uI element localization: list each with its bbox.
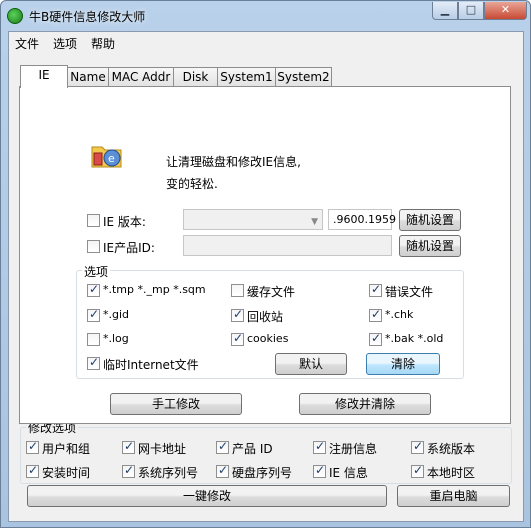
mod-ie-info-label: IE 信息 [329, 466, 368, 480]
option-temp-internet-files-checkbox[interactable] [87, 355, 100, 370]
mod-registration-checkbox[interactable] [313, 439, 326, 454]
mod-registration-label: 注册信息 [329, 442, 378, 456]
mod-product-id-checkbox[interactable] [216, 439, 229, 454]
one-click-modify-button[interactable]: 一键修改 [27, 485, 387, 507]
mod-ie-info-checkbox[interactable] [313, 463, 326, 478]
mod-local-timezone-checkbox[interactable] [411, 463, 424, 478]
ie-version-combo[interactable]: ▼ [183, 209, 323, 230]
mod-install-time-label: 安装时间 [42, 466, 91, 480]
mod-product-id-label: 产品 ID [232, 442, 273, 456]
ie-version-checkbox[interactable] [87, 214, 100, 227]
tab-ie[interactable]: IE [20, 65, 68, 88]
menu-help[interactable]: 帮助 [91, 35, 115, 52]
mod-system-version-label: 系统版本 [427, 442, 476, 456]
menu-bar: 文件 选项 帮助 [9, 32, 523, 52]
app-icon [7, 8, 23, 24]
mod-nic-address-label: 网卡地址 [138, 442, 187, 456]
maximize-button[interactable]: □ [458, 2, 484, 20]
option-cookies-checkbox[interactable] [231, 331, 244, 346]
description-line-2: 变的轻松. [166, 177, 218, 191]
chevron-down-icon[interactable]: ▼ [311, 213, 318, 232]
option-error-files-label: 错误文件 [385, 285, 434, 299]
option-recycle-bin-label: 回收站 [247, 310, 284, 324]
mod-system-version-checkbox[interactable] [411, 439, 424, 454]
window-title: 牛B硬件信息修改大师 [29, 10, 146, 24]
mod-users-groups-checkbox[interactable] [26, 439, 39, 454]
random-version-button[interactable]: 随机设置 [399, 209, 461, 231]
option-log-checkbox[interactable] [87, 333, 100, 346]
ie-product-id-field[interactable] [183, 235, 392, 256]
option-tmp-checkbox[interactable] [87, 282, 100, 297]
ie-version-suffix-field[interactable]: .9600.1959 [328, 209, 396, 230]
option-chk-label: *.chk [385, 308, 414, 321]
description-line-1: 让清理磁盘和修改IE信息, [166, 155, 301, 169]
manual-modify-button[interactable]: 手工修改 [110, 393, 242, 415]
app-window: 牛B硬件信息修改大师 ▁ □ ✕ 文件 选项 帮助 IE Name MAC Ad… [0, 0, 531, 528]
ie-product-id-label: IE产品ID: [103, 241, 155, 255]
close-button[interactable]: ✕ [484, 2, 527, 20]
ie-product-id-checkbox[interactable] [87, 240, 100, 253]
svg-text:e: e [108, 152, 115, 165]
menu-options[interactable]: 选项 [53, 35, 77, 52]
tab-mac-addr[interactable]: MAC Addr [108, 67, 174, 87]
option-gid-checkbox[interactable] [87, 307, 100, 322]
ie-tab-panel: e 让清理磁盘和修改IE信息, 变的轻松. IE 版本: ▼ .9600.195… [19, 86, 511, 424]
option-cache-checkbox[interactable] [231, 284, 244, 297]
tab-system1[interactable]: System1 [217, 67, 276, 87]
ie-folder-icon: e [91, 146, 122, 168]
modify-and-clear-button[interactable]: 修改并清除 [299, 393, 431, 415]
mod-nic-address-checkbox[interactable] [122, 439, 135, 454]
mod-local-timezone-label: 本地时区 [427, 466, 476, 480]
clear-button[interactable]: 清除 [366, 353, 440, 375]
menu-file[interactable]: 文件 [15, 35, 39, 52]
tab-name[interactable]: Name [67, 67, 109, 87]
restart-computer-button[interactable]: 重启电脑 [397, 485, 510, 507]
option-error-files-checkbox[interactable] [369, 282, 382, 297]
options-group-title: 选项 [82, 263, 111, 280]
option-bak-old-checkbox[interactable] [369, 331, 382, 346]
ie-version-label: IE 版本: [103, 215, 146, 229]
tab-system2[interactable]: System2 [275, 67, 332, 87]
random-product-id-button[interactable]: 随机设置 [399, 235, 461, 257]
title-bar[interactable]: 牛B硬件信息修改大师 ▁ □ ✕ [1, 1, 530, 31]
mod-system-serial-checkbox[interactable] [122, 463, 135, 478]
tab-disk[interactable]: Disk [173, 67, 218, 87]
option-cookies-label: cookies [247, 332, 289, 345]
option-tmp-label: *.tmp *._mp *.sqm [103, 283, 206, 296]
option-bak-old-label: *.bak *.old [385, 332, 444, 345]
default-button[interactable]: 默认 [275, 353, 347, 375]
mod-users-groups-label: 用户和组 [42, 442, 91, 456]
mod-system-serial-label: 系统序列号 [138, 466, 199, 480]
client-area: 文件 选项 帮助 IE Name MAC Addr Disk System1 S… [8, 31, 524, 522]
option-gid-label: *.gid [103, 308, 130, 321]
option-chk-checkbox[interactable] [369, 307, 382, 322]
mod-disk-serial-checkbox[interactable] [216, 463, 229, 478]
minimize-button[interactable]: ▁ [432, 2, 458, 20]
option-recycle-bin-checkbox[interactable] [231, 307, 244, 322]
mod-disk-serial-label: 硬盘序列号 [232, 466, 293, 480]
option-log-label: *.log [103, 332, 129, 345]
mod-install-time-checkbox[interactable] [26, 463, 39, 478]
option-temp-internet-files-label: 临时Internet文件 [103, 358, 199, 372]
option-cache-label: 缓存文件 [247, 285, 296, 299]
